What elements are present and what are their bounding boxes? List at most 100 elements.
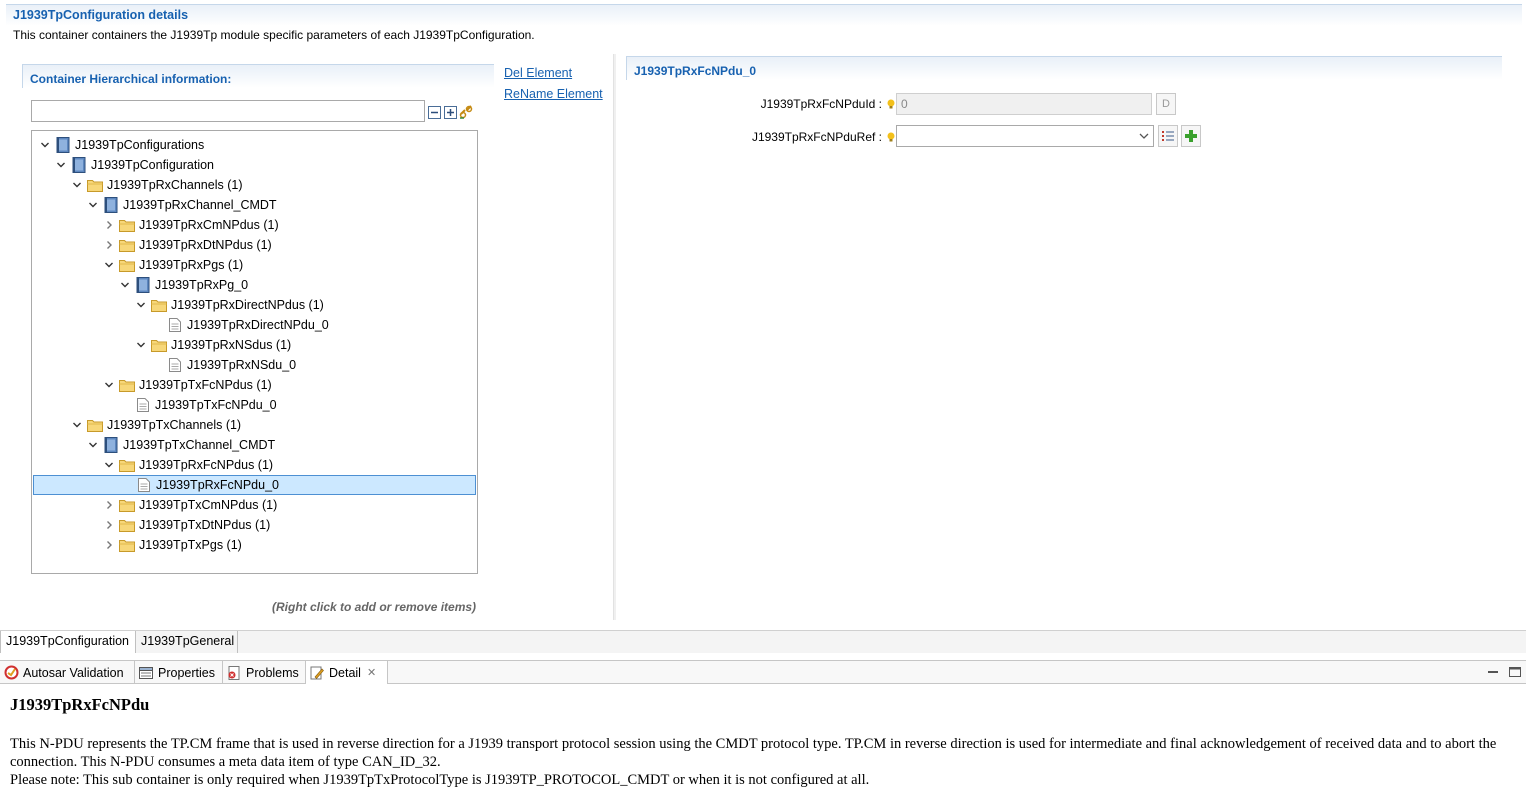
tree-node-label: J1939TpTxCmNPdus (1) xyxy=(139,498,278,512)
tree-node[interactable]: J1939TpRxDirectNPdus (1) xyxy=(33,295,476,315)
chevron-down-icon[interactable] xyxy=(71,419,83,431)
tree-node[interactable]: J1939TpRxNSdu_0 xyxy=(33,355,476,375)
tree-node-label: J1939TpRxFcNPdu_0 xyxy=(156,478,279,492)
tree-node[interactable]: J1939TpTxFcNPdus (1) xyxy=(33,375,476,395)
tree-node[interactable]: J1939TpTxChannel_CMDT xyxy=(33,435,476,455)
problems-icon xyxy=(226,665,242,681)
maximize-icon[interactable] xyxy=(1508,665,1522,679)
tree-node[interactable]: J1939TpRxPgs (1) xyxy=(33,255,476,275)
tree-node[interactable]: J1939TpTxDtNPdus (1) xyxy=(33,515,476,535)
link-with-editor-icon[interactable] xyxy=(459,105,473,119)
tab-problems[interactable]: Problems xyxy=(223,661,306,684)
list-icon xyxy=(1162,131,1174,141)
hint-bulb-icon xyxy=(887,132,895,142)
tree-node[interactable]: J1939TpTxFcNPdu_0 xyxy=(33,395,476,415)
chevron-down-icon[interactable] xyxy=(119,279,131,291)
tree-node[interactable]: J1939TpConfigurations xyxy=(33,135,476,155)
chevron-down-icon[interactable] xyxy=(87,439,99,451)
close-icon[interactable]: ✕ xyxy=(367,666,376,679)
tree-node[interactable]: J1939TpRxFcNPdu_0 xyxy=(33,475,476,495)
chevron-down-icon[interactable] xyxy=(103,459,115,471)
chevron-right-icon[interactable] xyxy=(103,239,115,251)
hierarchy-title: Container Hierarchical information: xyxy=(30,72,232,86)
properties-icon xyxy=(138,665,154,681)
chevron-right-icon[interactable] xyxy=(103,219,115,231)
tab-j1939tp-general[interactable]: J1939TpGeneral xyxy=(136,631,238,653)
tree-node-label: J1939TpTxChannel_CMDT xyxy=(123,438,276,452)
chevron-right-icon[interactable] xyxy=(103,519,115,531)
pdu-id-field[interactable]: 0 xyxy=(896,93,1152,115)
details-description: This container containers the J1939Tp mo… xyxy=(13,28,535,42)
chevron-down-icon[interactable] xyxy=(135,299,147,311)
chevron-right-icon[interactable] xyxy=(103,539,115,551)
tab-autosar-validation-label: Autosar Validation xyxy=(23,665,124,680)
del-element-link[interactable]: Del Element xyxy=(504,66,603,80)
folder-icon xyxy=(119,257,135,273)
add-reference-button[interactable] xyxy=(1181,125,1201,147)
detail-icon xyxy=(309,665,325,681)
tree-node[interactable]: J1939TpTxPgs (1) xyxy=(33,535,476,555)
expand-all-icon[interactable] xyxy=(443,105,457,119)
tree-node[interactable]: J1939TpConfiguration xyxy=(33,155,476,175)
chevron-down-icon[interactable] xyxy=(71,179,83,191)
tree-node-label: J1939TpRxDtNPdus (1) xyxy=(139,238,272,252)
chevron-down-icon[interactable] xyxy=(135,339,147,351)
collapse-all-icon[interactable] xyxy=(427,105,441,119)
tree-filter-input[interactable] xyxy=(31,100,425,122)
folder-icon xyxy=(119,497,135,513)
plus-icon xyxy=(1185,130,1197,142)
pdu-ref-select[interactable] xyxy=(896,125,1154,147)
tree-node[interactable]: J1939TpRxChannel_CMDT xyxy=(33,195,476,215)
tree-node-label: J1939TpTxDtNPdus (1) xyxy=(139,518,271,532)
tab-j1939tp-configuration[interactable]: J1939TpConfiguration xyxy=(0,631,136,653)
tree-node[interactable]: J1939TpRxCmNPdus (1) xyxy=(33,215,476,235)
tab-autosar-validation[interactable]: Autosar Validation xyxy=(0,661,135,684)
chevron-down-icon[interactable] xyxy=(39,139,51,151)
panel-splitter[interactable] xyxy=(613,54,616,620)
tree-node-label: J1939TpRxNSdu_0 xyxy=(187,358,297,372)
tree-node-label: J1939TpRxPg_0 xyxy=(155,278,249,292)
tree-node-label: J1939TpTxPgs (1) xyxy=(139,538,242,552)
chevron-down-icon[interactable] xyxy=(87,199,99,211)
details-title: J1939TpConfiguration details xyxy=(13,8,189,22)
details-title-bar: J1939TpConfiguration details xyxy=(6,4,1522,26)
editor-tabs: J1939TpConfiguration J1939TpGeneral xyxy=(0,630,1526,653)
tree-node-label: J1939TpRxChannel_CMDT xyxy=(123,198,277,212)
chevron-down-icon xyxy=(1139,133,1149,139)
tree-tools xyxy=(427,105,473,119)
default-value-button[interactable]: D xyxy=(1156,93,1176,115)
chevron-down-icon[interactable] xyxy=(103,259,115,271)
chevron-right-icon[interactable] xyxy=(103,499,115,511)
tree-node[interactable]: J1939TpRxPg_0 xyxy=(33,275,476,295)
tree-node-label: J1939TpRxChannels (1) xyxy=(107,178,243,192)
tab-properties[interactable]: Properties xyxy=(135,661,223,684)
folder-icon xyxy=(119,517,135,533)
pdu-ref-label: J1939TpRxFcNPduRef : xyxy=(751,130,882,144)
tree-node-label: J1939TpRxDirectNPdus (1) xyxy=(171,298,324,312)
tree-node[interactable]: J1939TpTxCmNPdus (1) xyxy=(33,495,476,515)
detail-note: Please note: This sub container is only … xyxy=(10,772,870,788)
tree-node[interactable]: J1939TpRxFcNPdus (1) xyxy=(33,455,476,475)
container-tree[interactable]: J1939TpConfigurations J1939TpConfiguratio… xyxy=(31,130,478,574)
document-icon xyxy=(167,357,183,373)
minimize-icon[interactable] xyxy=(1486,665,1500,679)
tree-node[interactable]: J1939TpRxChannels (1) xyxy=(33,175,476,195)
detail-body: This N-PDU represents the TP.CM frame th… xyxy=(10,735,1522,789)
details-header: J1939TpConfiguration details This contai… xyxy=(0,0,1526,50)
reference-list-button[interactable] xyxy=(1158,125,1178,147)
document-icon xyxy=(135,397,151,413)
chevron-down-icon[interactable] xyxy=(103,379,115,391)
container-icon xyxy=(55,137,71,153)
tree-node[interactable]: J1939TpRxDtNPdus (1) xyxy=(33,235,476,255)
tree-node[interactable]: J1939TpTxChannels (1) xyxy=(33,415,476,435)
container-icon xyxy=(135,277,151,293)
rename-element-link[interactable]: ReName Element xyxy=(504,87,603,101)
chevron-down-icon[interactable] xyxy=(55,159,67,171)
document-icon xyxy=(136,477,152,493)
tab-detail[interactable]: Detail ✕ xyxy=(306,661,388,684)
tree-node-label: J1939TpConfiguration xyxy=(91,158,214,172)
tree-node[interactable]: J1939TpRxNSdus (1) xyxy=(33,335,476,355)
tree-node[interactable]: J1939TpRxDirectNPdu_0 xyxy=(33,315,476,335)
